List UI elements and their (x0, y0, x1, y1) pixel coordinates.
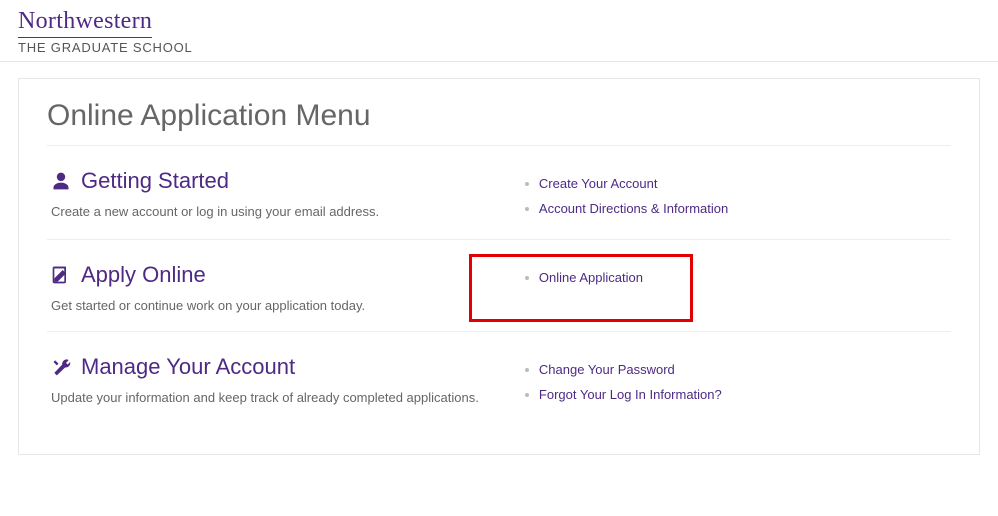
link-list: Online Application (525, 266, 947, 291)
list-item: Forgot Your Log In Information? (525, 383, 947, 408)
section-desc: Create a new account or log in using you… (51, 204, 517, 219)
section-heading: Manage Your Account (51, 354, 517, 380)
section-heading-text: Getting Started (81, 168, 229, 194)
link-online-application[interactable]: Online Application (539, 270, 643, 285)
link-forgot-login[interactable]: Forgot Your Log In Information? (539, 387, 722, 402)
user-icon (51, 171, 71, 191)
section-desc: Update your information and keep track o… (51, 390, 517, 405)
section-heading-text: Apply Online (81, 262, 206, 288)
section-manage-account: Manage Your Account Update your informat… (47, 331, 951, 425)
section-getting-started: Getting Started Create a new account or … (47, 145, 951, 239)
link-list: Change Your Password Forgot Your Log In … (525, 358, 947, 407)
section-right: Create Your Account Account Directions &… (517, 168, 947, 221)
section-left: Getting Started Create a new account or … (51, 168, 517, 221)
list-item: Change Your Password (525, 358, 947, 383)
link-change-password[interactable]: Change Your Password (539, 362, 675, 377)
list-item: Account Directions & Information (525, 197, 947, 222)
logo-subtitle: THE GRADUATE SCHOOL (18, 40, 980, 55)
section-right: Change Your Password Forgot Your Log In … (517, 354, 947, 407)
list-item: Online Application (525, 266, 947, 291)
logo-wordmark: Northwestern (18, 8, 152, 38)
section-left: Apply Online Get started or continue wor… (51, 262, 517, 313)
link-account-directions[interactable]: Account Directions & Information (539, 201, 728, 216)
section-heading: Apply Online (51, 262, 517, 288)
link-create-account[interactable]: Create Your Account (539, 176, 658, 191)
edit-icon (51, 265, 71, 285)
section-apply-online: Apply Online Get started or continue wor… (47, 239, 951, 331)
tools-icon (51, 357, 71, 377)
section-right: Online Application (517, 262, 947, 313)
section-left: Manage Your Account Update your informat… (51, 354, 517, 407)
section-desc: Get started or continue work on your app… (51, 298, 517, 313)
site-header: Northwestern THE GRADUATE SCHOOL (0, 0, 998, 62)
link-list: Create Your Account Account Directions &… (525, 172, 947, 221)
list-item: Create Your Account (525, 172, 947, 197)
menu-card: Online Application Menu Getting Started … (18, 78, 980, 455)
page-title: Online Application Menu (47, 99, 951, 133)
section-heading-text: Manage Your Account (81, 354, 295, 380)
section-heading: Getting Started (51, 168, 517, 194)
